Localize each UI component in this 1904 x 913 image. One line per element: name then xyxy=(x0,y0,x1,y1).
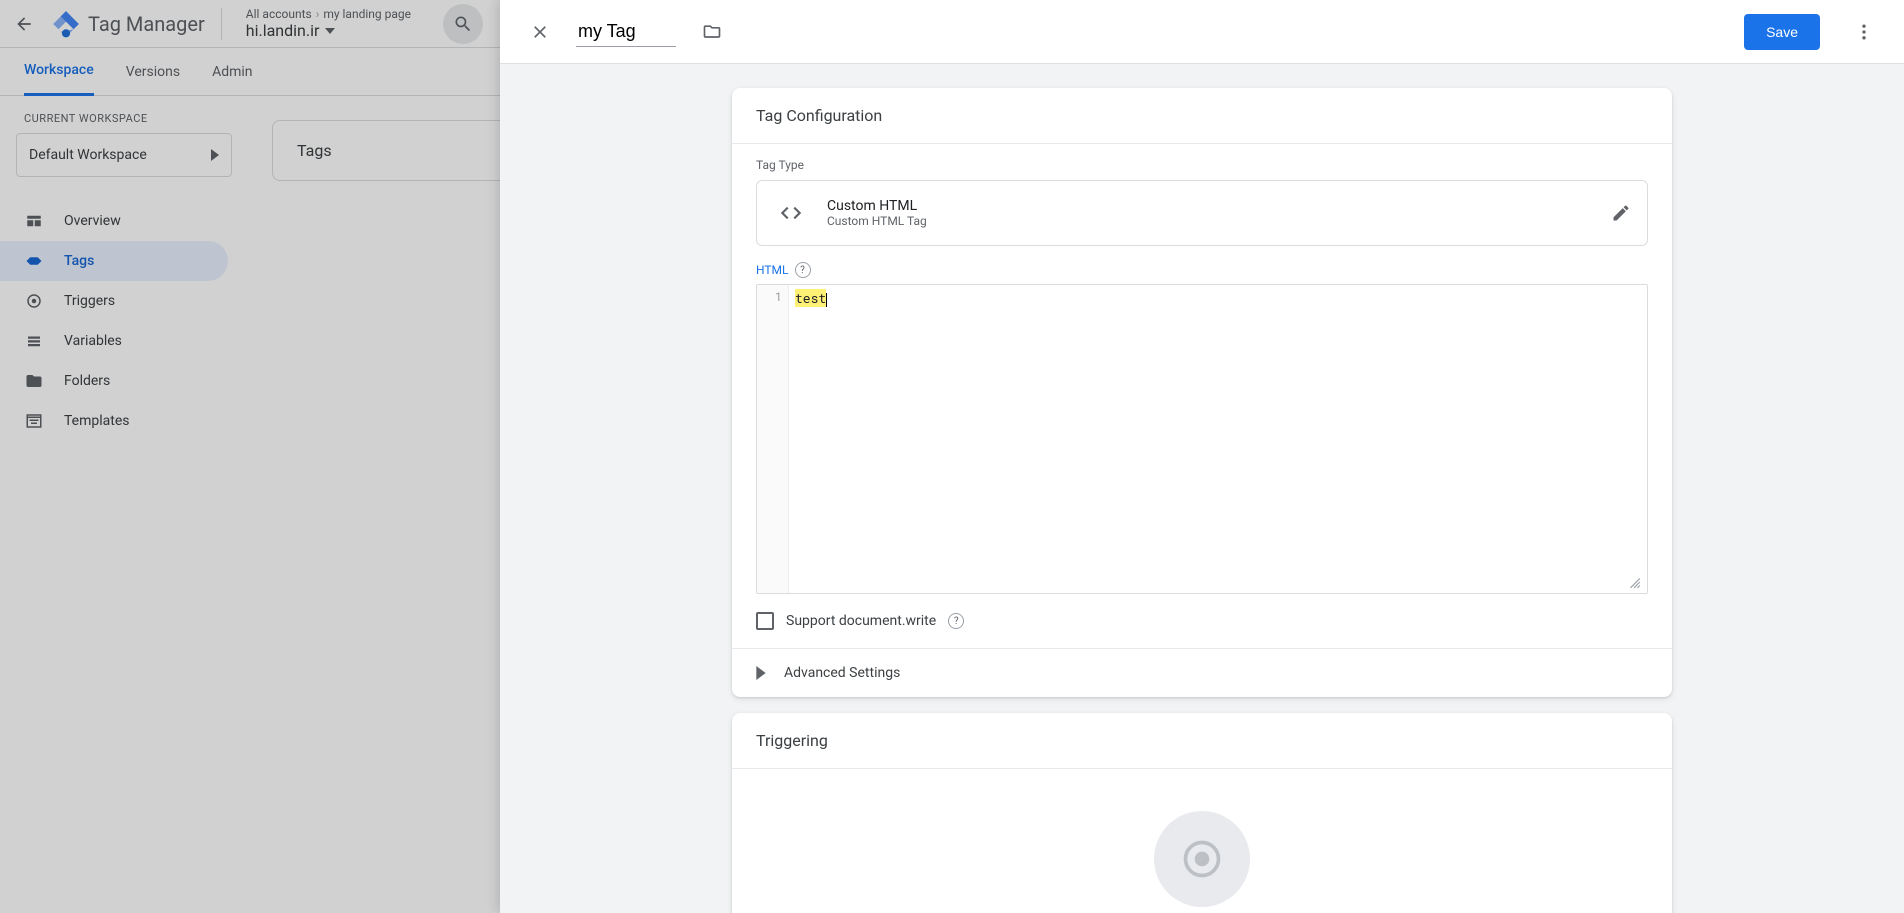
code-line-1: test xyxy=(795,289,826,307)
add-trigger-button[interactable] xyxy=(1154,811,1250,907)
save-button[interactable]: Save xyxy=(1744,14,1820,50)
support-dw-checkbox[interactable] xyxy=(756,612,774,630)
triggering-section: Triggering xyxy=(732,713,1672,913)
code-area[interactable]: test xyxy=(789,285,1647,593)
help-dw-button[interactable]: ? xyxy=(948,613,964,629)
resize-icon xyxy=(1627,575,1641,589)
code-editor[interactable]: 1 test xyxy=(756,284,1648,594)
more-button[interactable] xyxy=(1844,12,1884,52)
line-gutter: 1 xyxy=(757,285,789,593)
chevron-right-icon xyxy=(756,666,766,680)
tag-editor-panel: Save Tag Configuration Tag Type Custom H… xyxy=(500,0,1904,913)
resize-handle[interactable] xyxy=(1627,575,1641,589)
more-vert-icon xyxy=(1854,22,1874,42)
folder-outline-icon xyxy=(702,22,722,42)
panel-body: Tag Configuration Tag Type Custom HTML C… xyxy=(500,64,1904,913)
tag-name-input[interactable] xyxy=(576,17,676,47)
cursor xyxy=(826,293,827,307)
panel-header: Save xyxy=(500,0,1904,64)
tag-config-section: Tag Configuration Tag Type Custom HTML C… xyxy=(732,88,1672,697)
edit-tagtype-button[interactable] xyxy=(1611,203,1631,223)
tagtype-selector[interactable]: Custom HTML Custom HTML Tag xyxy=(756,180,1648,246)
triggering-title: Triggering xyxy=(732,713,1672,769)
support-dw-label: Support document.write xyxy=(786,613,936,629)
tagtype-name: Custom HTML xyxy=(827,198,927,214)
support-dw-row: Support document.write ? xyxy=(732,612,1672,648)
trigger-empty-icon xyxy=(1180,837,1224,881)
folder-button[interactable] xyxy=(692,12,732,52)
code-icon xyxy=(773,195,809,231)
close-icon xyxy=(530,22,550,42)
tagtype-label: Tag Type xyxy=(732,144,1672,180)
section-title: Tag Configuration xyxy=(732,88,1672,144)
advanced-settings-toggle[interactable]: Advanced Settings xyxy=(732,648,1672,697)
html-label: HTML xyxy=(756,263,789,277)
pencil-icon xyxy=(1611,203,1631,223)
tagtype-desc: Custom HTML Tag xyxy=(827,214,927,228)
close-button[interactable] xyxy=(520,12,560,52)
advanced-label: Advanced Settings xyxy=(784,665,900,681)
help-html-button[interactable]: ? xyxy=(795,262,811,278)
